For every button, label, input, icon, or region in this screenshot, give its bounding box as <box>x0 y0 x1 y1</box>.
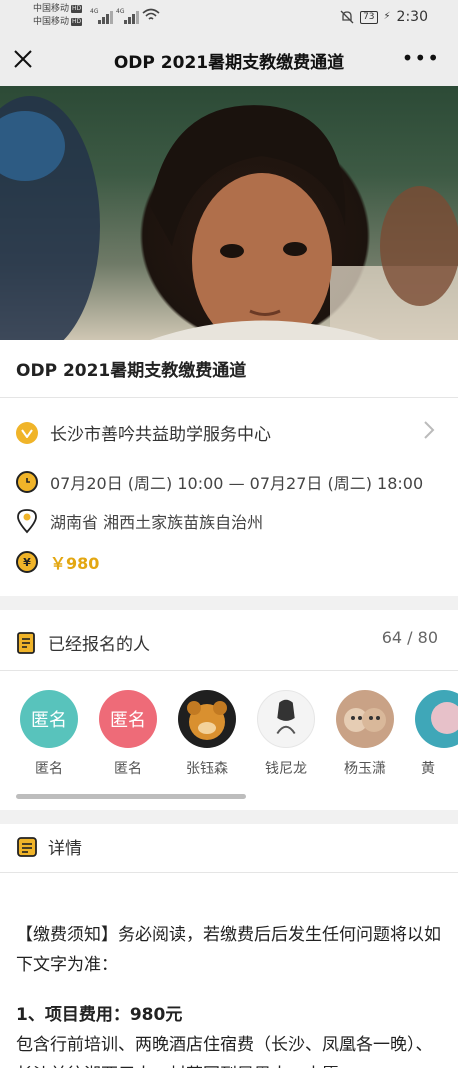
status-bar: 中国移动 HD 中国移动 HD 4G 4G 73 ⚡ 2:30 <box>0 0 458 34</box>
details-label: 详情 <box>48 839 82 859</box>
fee-description: 包含行前培训、两晚酒店住宿费（长沙、凤凰各一晚）、长沙前往湘西用大、村落回到凤凰… <box>16 1035 433 1068</box>
location-icon <box>17 509 37 534</box>
details-header: 详情 <box>16 834 82 859</box>
section-separator <box>0 810 458 824</box>
registrant-name: 张钰森 <box>186 761 228 777</box>
avatar: 匿名 <box>99 690 157 748</box>
event-title: ODP 2021暑期支教缴费通道 <box>16 361 247 381</box>
charging-icon: ⚡ <box>383 11 391 22</box>
verified-icon <box>16 421 38 444</box>
details-icon <box>17 836 37 857</box>
section-separator <box>0 596 458 610</box>
more-icon[interactable]: ••• <box>402 48 440 68</box>
registrant-item[interactable]: 杨玉潇 <box>336 690 394 778</box>
event-price: ￥980 <box>50 554 100 573</box>
signup-list-icon <box>17 631 35 654</box>
clock-time: 2:30 <box>396 9 428 25</box>
hero-image <box>0 86 458 340</box>
event-location-row: 湖南省 湘西土家族苗族自治州 <box>16 508 263 534</box>
nav-bar: ODP 2021暑期支教缴费通道 ••• <box>0 34 458 86</box>
organizer-name: 长沙市善吟共益助学服务中心 <box>50 425 271 445</box>
carrier-name: 中国移动 <box>33 4 70 14</box>
registrant-avatar-list[interactable]: 匿名 匿名 匿名 匿名 张钰森 钱尼龙 杨玉潇 黄 <box>0 690 458 780</box>
signal-icon: 4G 4G <box>88 8 162 24</box>
carrier-name: 中国移动 <box>33 17 70 27</box>
battery-indicator: 73 <box>360 10 378 24</box>
event-price-row: ¥ ￥980 <box>16 550 99 574</box>
registrants-header: 已经报名的人 <box>16 630 150 655</box>
avatar <box>178 690 236 748</box>
organizer-row[interactable]: 长沙市善吟共益助学服务中心 <box>16 420 271 445</box>
chevron-right-icon[interactable] <box>422 420 436 440</box>
event-location: 湖南省 湘西土家族苗族自治州 <box>50 513 264 532</box>
event-time: 07月20日 (周二) 10:00 — 07月27日 (周二) 18:00 <box>50 474 424 493</box>
registrant-item[interactable]: 张钰森 <box>178 690 236 778</box>
event-time-row: 07月20日 (周二) 10:00 — 07月27日 (周二) 18:00 <box>16 470 423 494</box>
divider <box>0 872 458 873</box>
registrant-name: 钱尼龙 <box>265 761 307 777</box>
registrant-count: 64 / 80 <box>381 628 438 647</box>
registrant-name: 杨玉潇 <box>344 761 386 777</box>
hd-badge: HD <box>71 5 83 13</box>
mute-bell-icon <box>340 10 354 24</box>
registrant-name: 匿名 <box>35 761 63 777</box>
nav-title: ODP 2021暑期支教缴费通道 <box>113 53 345 73</box>
horizontal-scrollbar[interactable] <box>16 794 246 799</box>
registrant-name: 黄 <box>421 761 435 777</box>
registrants-label: 已经报名的人 <box>48 635 150 655</box>
registrant-name: 匿名 <box>114 761 142 777</box>
registrant-item[interactable]: 匿名 匿名 <box>99 690 157 778</box>
yen-icon: ¥ <box>16 551 38 573</box>
avatar <box>336 690 394 748</box>
avatar <box>257 690 315 748</box>
fee-heading: 1、项目费用：980元 <box>16 1005 183 1025</box>
divider <box>0 397 458 398</box>
avatar: 匿名 <box>20 690 78 748</box>
registrant-item[interactable]: 钱尼龙 <box>257 690 315 778</box>
registrant-item[interactable]: 黄 <box>415 690 458 778</box>
registrant-item[interactable]: 匿名 匿名 <box>20 690 78 778</box>
payment-notice: 【缴费须知】务必阅读，若缴费后后发生任何问题将以如下文字为准： <box>16 925 441 975</box>
avatar <box>415 690 458 748</box>
hd-badge: HD <box>71 18 83 26</box>
clock-icon <box>16 471 38 493</box>
wifi-icon <box>142 8 160 20</box>
divider <box>0 670 458 671</box>
